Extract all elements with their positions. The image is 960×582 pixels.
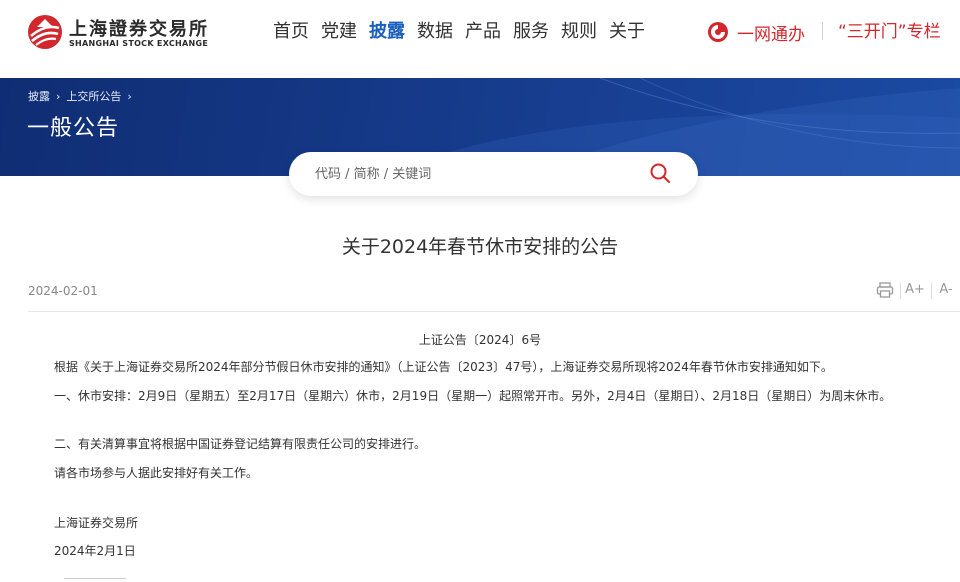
paragraph-closure-schedule: 一、休市安排：2月9日（星期五）至2月17日（星期六）休市，2月19日（星期一）… — [54, 389, 892, 403]
nav-home[interactable]: 首页 — [273, 20, 309, 44]
one-stop-service-link[interactable]: 一网通办 — [707, 20, 805, 45]
site-header: 上海證券交易所 SHANGHAI STOCK EXCHANGE 首页 党建 披露… — [0, 0, 960, 78]
nav-data[interactable]: 数据 — [417, 20, 453, 44]
logo-en-text: SHANGHAI STOCK EXCHANGE — [69, 39, 209, 48]
one-stop-service-icon — [708, 22, 728, 42]
sse-logo-icon — [28, 15, 62, 49]
nav-rules[interactable]: 规则 — [561, 20, 597, 44]
publish-date: 2024-02-01 — [28, 284, 98, 298]
main-nav: 首页 党建 披露 数据 产品 服务 规则 关于 — [273, 20, 657, 44]
logo-cn-text: 上海證券交易所 — [69, 19, 209, 40]
nav-services[interactable]: 服务 — [513, 20, 549, 44]
sse-logo[interactable]: 上海證券交易所 SHANGHAI STOCK EXCHANGE — [27, 14, 209, 52]
paragraph-intro: 根据《关于上海证券交易所2024年部分节假日休市安排的通知》（上证公告〔2023… — [54, 360, 833, 374]
document-number: 上证公告〔2024〕6号 — [418, 333, 542, 347]
bottom-divider — [64, 578, 126, 582]
chevron-right-icon: › — [127, 89, 132, 103]
font-decrease-button[interactable]: A- — [936, 280, 956, 300]
page-title: 一般公告 — [27, 116, 120, 141]
signature-date: 2024年2月1日 — [54, 544, 136, 558]
paragraph-request: 请各市场参与人据此安排好有关工作。 — [54, 466, 259, 480]
one-stop-service-label: 一网通办 — [737, 24, 805, 45]
font-increase-button[interactable]: A+ — [905, 280, 925, 300]
breadcrumb-sse-announcements[interactable]: 上交所公告 — [66, 88, 121, 104]
announcement-title: 关于2024年春节休市安排的公告 — [341, 236, 619, 258]
tool-divider — [931, 283, 932, 299]
search-box — [289, 152, 698, 196]
breadcrumb: 披露 › 上交所公告 › — [28, 88, 138, 104]
signature: 上海证券交易所 — [54, 516, 139, 530]
search-icon[interactable] — [649, 162, 671, 184]
tool-divider — [900, 283, 901, 299]
chevron-right-icon: › — [56, 89, 61, 103]
print-icon[interactable] — [875, 280, 895, 300]
header-divider — [822, 22, 823, 40]
breadcrumb-disclosure[interactable]: 披露 — [28, 88, 50, 104]
paragraph-clearing: 二、有关清算事宜将根据中国证券登记结算有限责任公司的安排进行。 — [54, 437, 427, 451]
search-input[interactable] — [315, 152, 635, 196]
nav-disclosure[interactable]: 披露 — [369, 20, 405, 44]
header-rule — [28, 311, 960, 312]
three-doors-column-link[interactable]: “三开门”专栏 — [838, 20, 941, 44]
nav-products[interactable]: 产品 — [465, 20, 501, 44]
nav-about[interactable]: 关于 — [609, 20, 645, 44]
nav-party[interactable]: 党建 — [321, 20, 357, 44]
